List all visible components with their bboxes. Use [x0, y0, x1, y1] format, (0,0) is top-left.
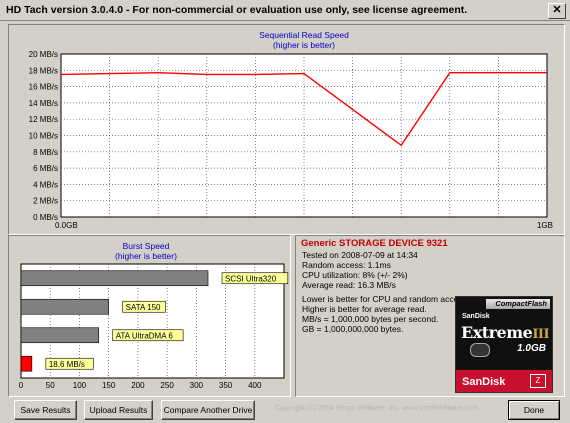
burst-bar-reference [20, 270, 209, 287]
test-date: Tested on 2008-07-09 at 14:34 [302, 250, 418, 260]
burst-x-tick-label: 150 [102, 381, 116, 390]
close-icon[interactable]: ✕ [548, 3, 566, 19]
save-results-button[interactable]: Save Results [14, 400, 77, 420]
speed-badge-icon [470, 343, 490, 357]
burst-x-tick-label: 50 [46, 381, 55, 390]
burst-bar-label: SATA 150 [126, 303, 161, 312]
sequential-read-panel: Sequential Read Speed (higher is better) 0… [8, 24, 565, 235]
burst-chart-title: Burst Speed [123, 241, 170, 251]
burst-bar-device [20, 355, 33, 372]
random-access: Random access: 1.1ms [302, 260, 391, 270]
cpu-utilization: CPU utilization: 8% (+/- 2%) [302, 270, 408, 280]
burst-x-tick-label: 400 [248, 381, 262, 390]
seq-y-tick-label: 2 MB/s [33, 197, 58, 206]
seq-x-tick-label: 1GB [537, 221, 553, 230]
burst-speed-panel: Burst Speed (higher is better) 0 50 100 150 20… [8, 235, 291, 397]
copyright-text: Copyright (C) 2004 Simpli Software, Inc.… [275, 405, 479, 412]
note-mbs-definition: MB/s = 1,000,000 bytes per second. [302, 314, 439, 324]
seq-y-tick-label: 20 MB/s [29, 50, 58, 59]
burst-x-tick-label: 350 [219, 381, 233, 390]
seq-y-tick-label: 4 MB/s [33, 180, 58, 189]
burst-bar-label: SCSI Ultra320 [225, 274, 277, 283]
note-gb-definition: GB = 1,000,000,000 bytes. [302, 324, 404, 334]
average-read: Average read: 16.3 MB/s [302, 280, 396, 290]
seq-y-tick-label: 6 MB/s [33, 164, 58, 173]
title-bar: HD Tach version 3.0.4.0 - For non-commer… [0, 0, 570, 21]
device-name: Generic STORAGE DEVICE 9321 [301, 238, 448, 249]
card-line-name: ExtremeIII [461, 323, 550, 342]
done-button[interactable]: Done [508, 400, 560, 420]
burst-bar-reference [20, 298, 109, 315]
window-title: HD Tach version 3.0.4.0 - For non-commer… [6, 4, 468, 16]
burst-x-tick-label: 250 [160, 381, 174, 390]
seq-chart-subtitle: (higher is better) [273, 40, 335, 50]
card-brand-small: SanDisk [462, 313, 490, 320]
z-logo-icon: Z [530, 374, 546, 388]
burst-x-tick-label: 300 [190, 381, 204, 390]
note-higher-better: Higher is better for average read. [302, 304, 427, 314]
sequential-read-chart: Sequential Read Speed(higher is better) 0… [29, 30, 553, 230]
burst-bar-label: ATA UltraDMA 6 [116, 331, 174, 340]
compactflash-logo: CompactFlash [486, 299, 550, 309]
burst-speed-chart: Burst Speed(higher is better) 0 50 100 150 20… [19, 241, 289, 390]
card-brand-large: SanDisk [462, 376, 506, 388]
seq-y-tick-label: 12 MB/s [29, 115, 58, 124]
compare-drive-button[interactable]: Compare Another Drive [161, 400, 255, 420]
results-info-panel: Generic STORAGE DEVICE 9321 Tested on 20… [295, 235, 565, 397]
burst-x-tick-label: 0 [19, 381, 24, 390]
upload-results-button[interactable]: Upload Results [84, 400, 153, 420]
burst-bar-label: 18.6 MB/s [49, 360, 85, 369]
seq-y-tick-label: 8 MB/s [33, 148, 58, 157]
seq-y-tick-label: 18 MB/s [29, 66, 58, 75]
burst-x-tick-label: 100 [73, 381, 87, 390]
burst-chart-subtitle: (higher is better) [115, 251, 177, 261]
memory-card-image: CompactFlash SanDisk ExtremeIII 1.0GB Sa… [455, 296, 553, 393]
note-lower-better: Lower is better for CPU and random acces… [302, 294, 470, 304]
seq-chart-title: Sequential Read Speed [259, 30, 349, 40]
card-capacity: 1.0GB [517, 343, 546, 354]
burst-x-tick-label: 200 [131, 381, 145, 390]
seq-x-tick-label: 0.0GB [55, 221, 78, 230]
seq-y-tick-label: 10 MB/s [29, 132, 58, 141]
burst-bar-reference [20, 327, 100, 344]
seq-y-tick-label: 16 MB/s [29, 83, 58, 92]
seq-y-tick-label: 14 MB/s [29, 99, 58, 108]
